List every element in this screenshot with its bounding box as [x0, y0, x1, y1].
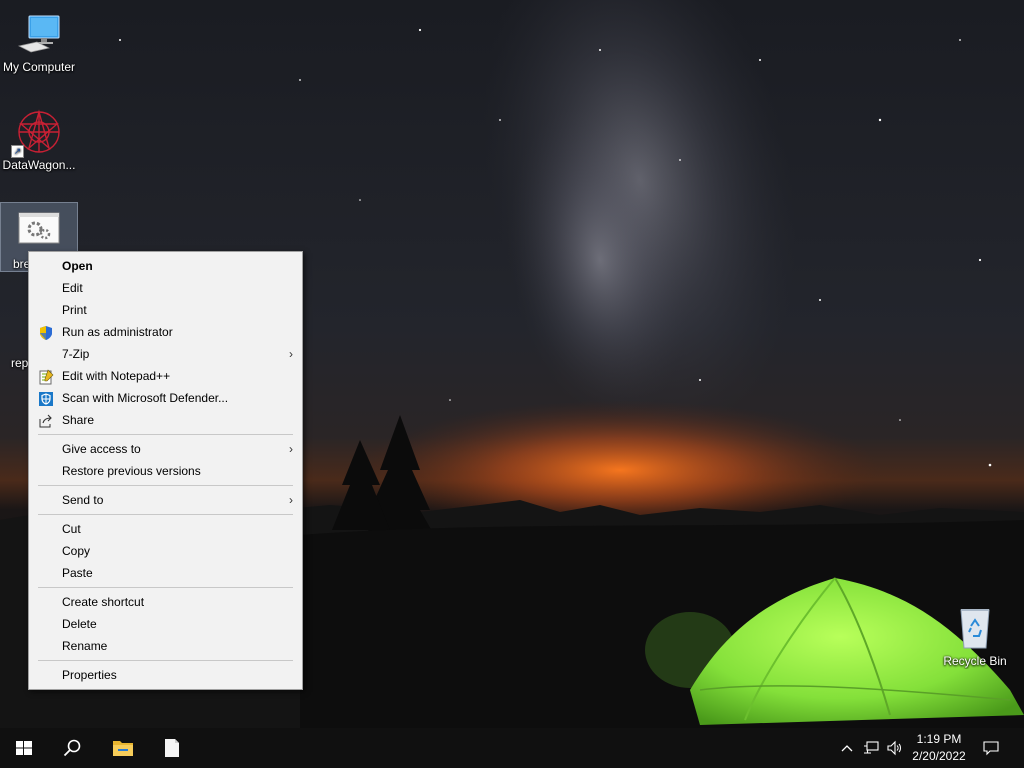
desktop-icon-my-computer[interactable]: My Computer [1, 6, 77, 75]
datawagon-logo-icon: ↗ [11, 108, 63, 158]
menu-separator [38, 434, 293, 435]
network-icon[interactable] [863, 740, 879, 756]
menu-separator [38, 660, 293, 661]
menu-item-open[interactable]: Open [29, 255, 302, 277]
taskbar-document[interactable] [148, 728, 196, 768]
volume-icon[interactable] [886, 740, 902, 756]
system-clock[interactable]: 1:19 PM 2/20/2022 [903, 731, 975, 765]
menu-item-7zip[interactable]: 7-Zip › [29, 343, 302, 365]
settings-file-icon [15, 207, 63, 255]
menu-item-label: Delete [62, 617, 97, 631]
menu-item-label: Edit [62, 281, 83, 295]
menu-item-give-access-to[interactable]: Give access to › [29, 438, 302, 460]
menu-item-label: Create shortcut [62, 595, 145, 609]
menu-item-label: Send to [62, 493, 104, 507]
clock-time: 1:19 PM [916, 732, 962, 746]
search-button[interactable] [48, 728, 96, 768]
menu-item-paste[interactable]: Paste [29, 562, 302, 584]
menu-item-edit-with-notepad[interactable]: Edit with Notepad++ [29, 365, 302, 387]
chevron-right-icon: › [289, 442, 293, 456]
menu-item-label: Share [62, 413, 95, 427]
share-icon [38, 413, 54, 429]
desktop-icon-datawagon[interactable]: ↗ DataWagon... [1, 104, 77, 173]
menu-item-label: Print [62, 303, 87, 317]
chevron-up-icon[interactable] [839, 740, 855, 756]
menu-item-label: Properties [62, 668, 117, 682]
shortcut-arrow-icon: ↗ [11, 145, 24, 158]
menu-separator [38, 485, 293, 486]
menu-item-label: 7-Zip [62, 347, 90, 361]
menu-item-label: Give access to [62, 442, 141, 456]
chevron-right-icon: › [289, 493, 293, 507]
menu-item-label: Edit with Notepad++ [62, 369, 171, 383]
menu-item-label: Restore previous versions [62, 464, 201, 478]
menu-separator [38, 514, 293, 515]
menu-item-rename[interactable]: Rename [29, 635, 302, 657]
computer-icon [15, 10, 63, 58]
menu-item-share[interactable]: Share [29, 409, 302, 431]
menu-item-label: Paste [62, 566, 93, 580]
menu-item-send-to[interactable]: Send to › [29, 489, 302, 511]
menu-item-delete[interactable]: Delete [29, 613, 302, 635]
menu-item-label: Rename [62, 639, 108, 653]
menu-item-label: Scan with Microsoft Defender... [62, 391, 229, 405]
document-icon [165, 739, 179, 757]
taskbar-file-explorer[interactable] [98, 728, 146, 768]
search-icon [63, 739, 81, 757]
notepad-plus-plus-icon [38, 369, 54, 385]
menu-item-scan-with-defender[interactable]: Scan with Microsoft Defender... [29, 387, 302, 409]
uac-shield-icon [38, 325, 54, 341]
menu-item-label: Open [62, 259, 93, 273]
menu-item-restore-previous-versions[interactable]: Restore previous versions [29, 460, 302, 482]
taskbar: 1:19 PM 2/20/2022 [0, 728, 1024, 768]
recycle-bin-icon [951, 604, 999, 652]
menu-item-edit[interactable]: Edit [29, 277, 302, 299]
file-explorer-icon [113, 741, 133, 756]
notification-icon[interactable] [983, 740, 999, 756]
menu-item-create-shortcut[interactable]: Create shortcut [29, 591, 302, 613]
desktop-icon-label: DataWagon... [2, 158, 76, 172]
start-button[interactable] [0, 728, 48, 768]
menu-item-label: Copy [62, 544, 91, 558]
context-menu: Open Edit Print Run as administrator 7-Z… [28, 251, 303, 690]
menu-item-print[interactable]: Print [29, 299, 302, 321]
desktop-icon-recycle-bin[interactable]: Recycle Bin [937, 600, 1013, 669]
menu-item-run-as-administrator[interactable]: Run as administrator [29, 321, 302, 343]
menu-item-label: Run as administrator [62, 325, 173, 339]
clock-date: 2/20/2022 [912, 749, 966, 763]
desktop-icon-label: Recycle Bin [943, 654, 1007, 668]
chevron-right-icon: › [289, 347, 293, 361]
menu-item-copy[interactable]: Copy [29, 540, 302, 562]
defender-icon [38, 391, 54, 407]
menu-item-cut[interactable]: Cut [29, 518, 302, 540]
menu-item-properties[interactable]: Properties [29, 664, 302, 686]
desktop-icon-label: My Computer [2, 60, 76, 74]
start-icon [16, 741, 32, 755]
menu-separator [38, 587, 293, 588]
menu-item-label: Cut [62, 522, 81, 536]
